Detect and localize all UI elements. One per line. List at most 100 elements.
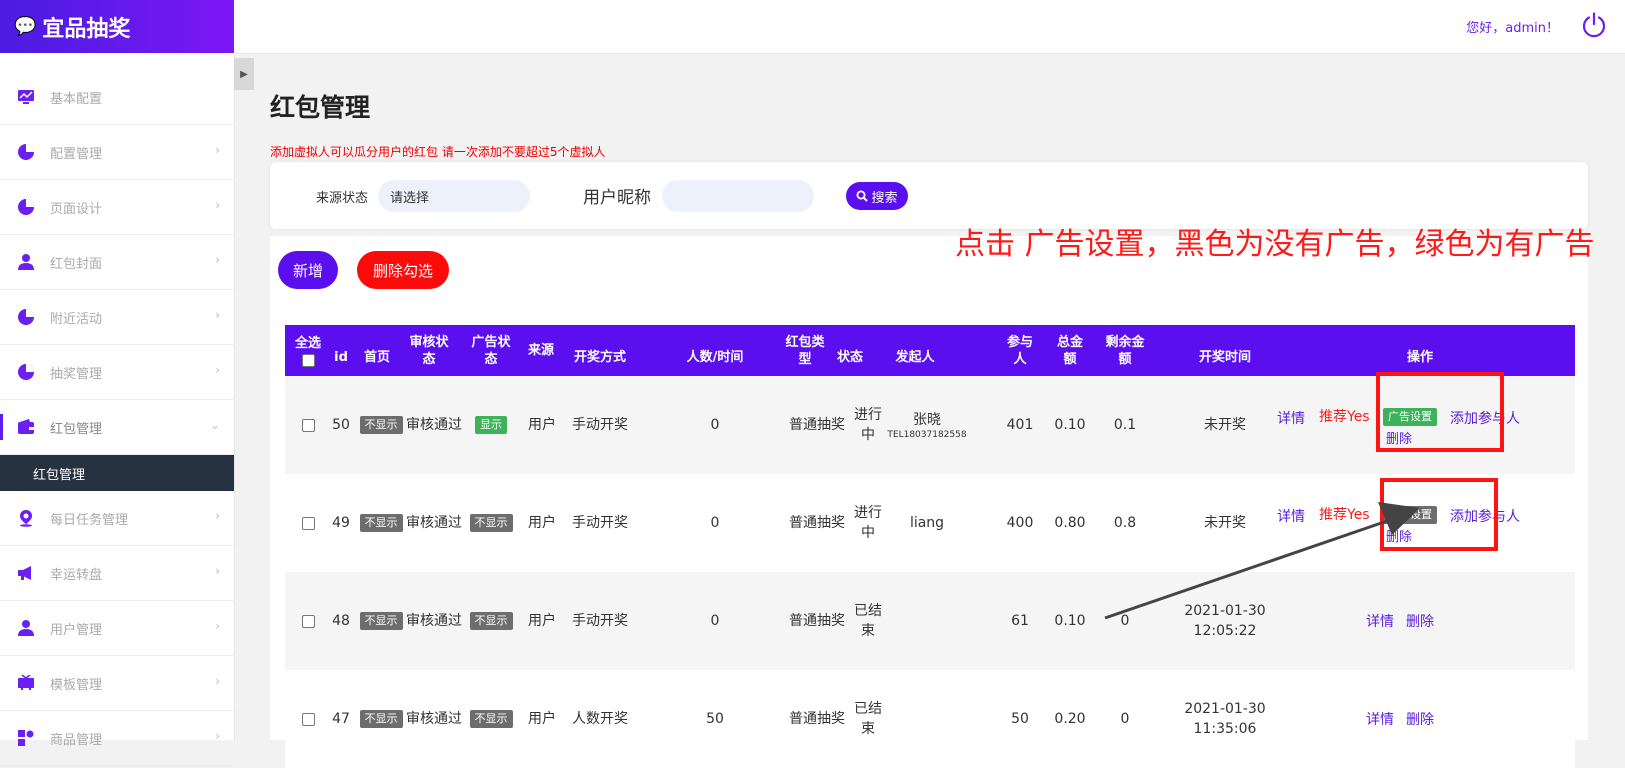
row-actions: 详情 删除 [1260,572,1575,670]
delete-link[interactable]: 删除 [1406,611,1434,631]
home-status-badge[interactable]: 不显示 [359,710,403,728]
initiator [885,572,969,670]
detail-link[interactable]: 详情 [1366,709,1394,729]
detail-link[interactable]: 详情 [1366,611,1394,631]
header-remain: 剩余金额 [1105,334,1145,367]
sidebar-item-users[interactable]: 用户管理 › [0,601,234,656]
warning-text: 添加虚拟人可以瓜分用户的红包 请一次添加不要超过5个虚拟人 [270,145,606,159]
chevron-right-icon: › [215,674,220,688]
select-all-checkbox[interactable] [301,353,315,367]
row-checkbox[interactable] [301,418,315,432]
remain-amount: 0 [1120,711,1130,727]
packet-type: 普通抽奖 [789,417,845,433]
participants: 50 [1011,711,1029,727]
source: 用户 [528,711,556,727]
source: 用户 [528,613,556,629]
search-button[interactable]: 搜索 [846,182,908,210]
sidebar-item-label: 模板管理 [50,677,103,693]
sidebar-item-redpacket[interactable]: 红包管理 ⌄ [0,400,234,455]
search-icon [856,190,869,202]
header-initiator: 发起人 [895,350,935,365]
ad-status-badge[interactable]: 不显示 [469,710,513,728]
select-all-label: 全选 [294,335,321,351]
status: 已结束 [854,603,882,639]
sidebar-item-label: 商品管理 [50,732,103,748]
sidebar-item-lucky-wheel[interactable]: 幸运转盘 › [0,546,234,601]
initiator-tel: TEL18037182558 [887,429,967,440]
sidebar-item-daily-task[interactable]: 每日任务管理 › [0,491,234,546]
sidebar-item-products[interactable]: 商品管理 › [0,711,234,766]
user-greeting[interactable]: 您好，admin！ [1466,17,1559,36]
row-checkbox[interactable] [301,516,315,530]
packet-type: 普通抽奖 [789,711,845,727]
header-draw-time: 开奖时间 [1198,350,1251,365]
pie-chart-icon [16,362,36,382]
remain-amount: 0.1 [1113,417,1137,433]
top-bar: 您好，admin！ [234,0,1625,54]
source: 用户 [528,515,556,531]
header-id: id [334,350,348,365]
chevron-right-icon: › [215,619,220,633]
people-time: 0 [710,515,720,531]
sidebar-item-lottery[interactable]: 抽奖管理 › [0,345,234,400]
status: 进行中 [854,407,882,443]
search-button-label: 搜索 [871,190,898,206]
participants: 61 [1011,613,1029,629]
pie-chart-icon [16,197,36,217]
add-button[interactable]: 新增 [278,251,338,289]
source-status-select[interactable]: 请选择 [378,180,530,212]
draw-method: 手动开奖 [572,613,628,629]
sidebar: 💬 宜品抽奖 基本配置 配置管理 › 页面设计 › 红包封面 › 附近活动 › [0,0,235,766]
app-logo[interactable]: 💬 宜品抽奖 [0,0,234,53]
total-amount: 0.80 [1054,515,1086,531]
home-status-badge[interactable]: 不显示 [359,514,403,532]
total-amount: 0.20 [1054,711,1086,727]
ad-status-badge[interactable]: 不显示 [469,612,513,630]
recommend-link[interactable]: 推荐Yes [1319,504,1370,524]
location-user-icon [16,508,36,528]
power-icon[interactable] [1581,12,1607,38]
header-draw-method: 开奖方式 [573,350,626,365]
row-checkbox[interactable] [301,614,315,628]
sidebar-item-nearby[interactable]: 附近活动 › [0,290,234,345]
sidebar-item-label: 每日任务管理 [50,512,129,528]
nickname-input[interactable] [662,180,814,212]
draw-method: 人数开奖 [572,711,628,727]
sidebar-item-templates[interactable]: 模板管理 › [0,656,234,711]
sidebar-subitem-redpacket[interactable]: 红包管理 [0,455,234,491]
total-amount: 0.10 [1054,613,1086,629]
recommend-link[interactable]: 推荐Yes [1319,406,1370,426]
initiator [885,670,969,768]
header-type: 红包类型 [785,334,825,367]
row-checkbox[interactable] [301,712,315,726]
detail-link[interactable]: 详情 [1277,408,1305,428]
ad-status-badge[interactable]: 不显示 [469,514,513,532]
annotation-note: 点击 广告设置，黑色为没有广告，绿色为有广告 [955,227,1595,262]
shapes-icon [16,728,36,748]
sidebar-item-page-design[interactable]: 页面设计 › [0,180,234,235]
sidebar-item-basic-config[interactable]: 基本配置 [0,70,234,125]
header-ops: 操作 [1406,350,1433,365]
user-icon [16,618,36,638]
initiator: liang [909,515,945,531]
remain-amount: 0.8 [1113,515,1137,531]
source-status-label: 来源状态 [316,191,369,206]
sidebar-toggle-button[interactable]: ▶ [234,58,254,90]
select-all-header: 全选 [293,325,323,376]
caret-right-icon: ▶ [240,68,248,80]
sidebar-item-label: 用户管理 [50,622,103,638]
detail-link[interactable]: 详情 [1277,506,1305,526]
sidebar-item-cover[interactable]: 红包封面 › [0,235,234,290]
home-status-badge[interactable]: 不显示 [359,416,403,434]
home-status-badge[interactable]: 不显示 [359,612,403,630]
highlight-box [1376,372,1504,452]
ad-status-badge[interactable]: 显示 [475,416,507,434]
header-ad: 广告状态 [471,334,511,367]
sidebar-item-config-manage[interactable]: 配置管理 › [0,125,234,180]
delete-selected-button[interactable]: 删除勾选 [357,251,449,289]
participants: 400 [1006,515,1034,531]
header-participants: 参与人 [1006,334,1033,367]
chevron-right-icon: › [215,564,220,578]
delete-link[interactable]: 删除 [1406,709,1434,729]
sidebar-item-label: 附近活动 [50,311,103,327]
